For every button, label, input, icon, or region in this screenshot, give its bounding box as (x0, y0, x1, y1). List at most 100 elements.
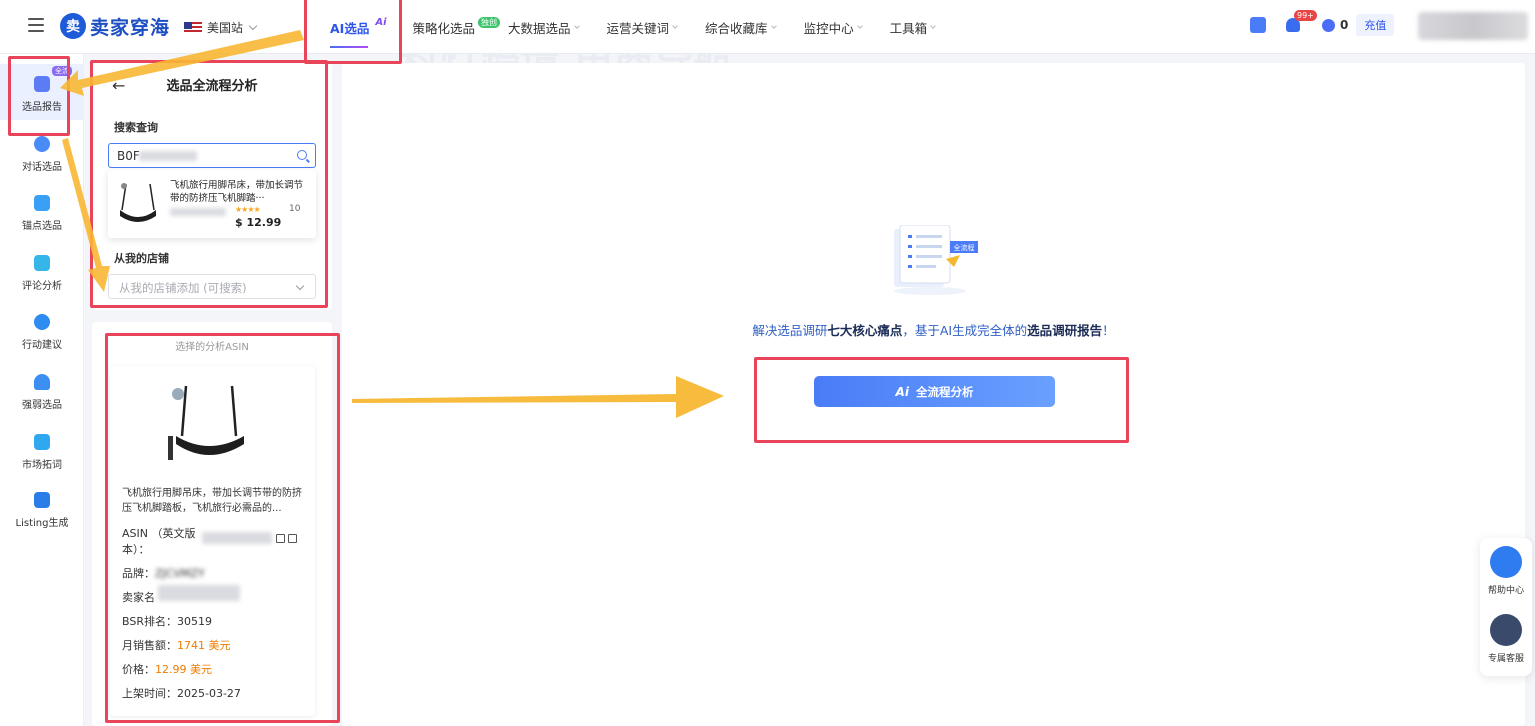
asin-search-input[interactable]: B0F (108, 143, 316, 168)
logo-mark: 卖 (60, 13, 86, 39)
customer-service-label: 专属客服 (1487, 654, 1524, 664)
rail-item-label: 行动建议 (22, 340, 62, 351)
review-icon (34, 255, 50, 271)
search-result-item[interactable]: 飞机旅行用脚吊床，带加长调节带的防挤压飞机脚踏··· ★★★★ 10 $ 12.… (108, 170, 316, 238)
hamburger-menu-icon[interactable] (28, 18, 44, 32)
bsr-row: BSR排名：30519 (122, 613, 212, 629)
price-label: 价格： (122, 663, 155, 676)
selected-asin-panel: 选择的分析ASIN 飞机旅行用脚吊床，带加长调节带的防挤压飞机脚踏板，飞机旅行必… (92, 322, 332, 726)
tab-label: 运营关键词 (606, 20, 670, 36)
ai-badge: Ai (375, 16, 387, 28)
new-badge: 独创 (478, 16, 501, 28)
user-account[interactable] (1418, 12, 1528, 40)
chat-bubble-icon (34, 136, 50, 152)
date-label: 上架时间： (122, 687, 177, 700)
tagline-part: ！ (1102, 323, 1115, 338)
product-title: 飞机旅行用脚吊床，带加长调节带的防挤压飞机脚踏板，飞机旅行必需品的... (122, 488, 302, 514)
book-icon (1490, 546, 1522, 578)
redacted-seller (158, 585, 240, 601)
asin-label: ASIN （英文版本）： (122, 527, 196, 556)
redacted-asin (202, 532, 272, 544)
chevron-down-icon (248, 21, 258, 30)
rail-item-report[interactable]: 全流 选品报告 (0, 64, 84, 120)
tab-label: 策略化选品 (412, 20, 476, 36)
rail-item-strength[interactable]: 强弱选品 (0, 374, 84, 424)
chevron-down-icon (930, 22, 936, 29)
tagline-part: ，基于AI生成完全体的 (902, 323, 1028, 338)
sales-row: 月销售额：1741 美元 (122, 637, 231, 653)
rating-stars: ★★★★ (235, 205, 261, 214)
analysis-config-panel: ← 选品全流程分析 搜索查询 B0F 飞机旅行用脚吊床，带加长调节带的防挤压飞机… (92, 63, 332, 310)
tab-monitor[interactable]: 监控中心 (776, 0, 863, 54)
bell-icon[interactable]: 99+ (1286, 10, 1317, 32)
rail-item-listing[interactable]: Listing生成 (0, 492, 84, 542)
rail-item-market[interactable]: 市场拓词 (0, 434, 84, 484)
top-navbar: 卖 卖家穿海 美国站 AI选品 Ai 策略化选品 独创 大数据选品 运营关键词 … (0, 0, 1535, 54)
asin-actions (276, 534, 300, 543)
document-illustration: 全流程 (894, 225, 978, 295)
selected-asin-header: 选择的分析ASIN (175, 342, 249, 353)
brand-value: ZJCVMZY (155, 567, 205, 580)
sales-value: 1741 美元 (177, 639, 231, 652)
keyword-icon (34, 434, 50, 450)
customer-service-button[interactable]: 专属客服 (1480, 614, 1532, 664)
notification-badge: 99+ (1294, 10, 1317, 21)
seller-row: 卖家名 (122, 589, 155, 605)
left-rail: 全流 选品报告 对话选品 锚点选品 评论分析 行动建议 强弱选品 市场拓词 Li… (0, 54, 84, 726)
rail-item-review[interactable]: 评论分析 (0, 255, 84, 305)
ai-report-icon (34, 76, 50, 92)
cta-label: 全流程分析 (915, 384, 974, 399)
rail-item-label: 评论分析 (22, 281, 62, 292)
listing-icon (34, 492, 50, 508)
edit-note-icon[interactable] (1250, 17, 1266, 33)
price-value: 12.99 美元 (155, 663, 212, 676)
result-price: $ 12.99 (235, 216, 282, 229)
logo[interactable]: 卖 卖家穿海 (60, 12, 170, 40)
tab-keywords[interactable]: 运营关键词 (579, 0, 678, 54)
floating-support: 帮助中心 专属客服 (1480, 538, 1532, 676)
site-selector[interactable]: 美国站 (184, 19, 258, 36)
external-link-icon[interactable] (288, 534, 297, 543)
tab-label: 综合收藏库 (705, 20, 768, 36)
tab-favorites[interactable]: 综合收藏库 (677, 0, 777, 54)
tab-ai-selection[interactable]: AI选品 Ai (316, 0, 401, 54)
store-select[interactable]: 从我的店铺添加 (可搜索) (108, 274, 316, 299)
rail-item-label: 市场拓词 (22, 460, 62, 471)
agent-avatar-icon (1490, 614, 1522, 646)
illustration-tag: 全流程 (954, 243, 975, 252)
rail-item-label: Listing生成 (15, 518, 69, 529)
coin-count: 0 (1340, 18, 1349, 32)
panel-title: 选品全流程分析 (166, 79, 258, 94)
sales-label: 月销售额： (122, 639, 177, 652)
rail-item-chat[interactable]: 对话选品 (0, 136, 84, 186)
result-title: 飞机旅行用脚吊床，带加长调节带的防挤压飞机脚踏··· (170, 180, 304, 204)
tab-strategy-selection[interactable]: 策略化选品 独创 (401, 0, 501, 54)
search-value: B0F (117, 149, 140, 163)
tab-big-data[interactable]: 大数据选品 (500, 0, 580, 54)
ai-icon: Ai (895, 384, 909, 399)
full-process-analysis-button[interactable]: Ai 全流程分析 (814, 376, 1055, 407)
rail-item-action[interactable]: 行动建议 (0, 314, 84, 364)
tab-label: 大数据选品 (508, 20, 571, 36)
us-flag-icon (184, 21, 202, 34)
rail-item-label: 锚点选品 (22, 221, 62, 232)
copy-icon[interactable] (276, 534, 285, 543)
product-image (168, 385, 244, 460)
search-icon[interactable] (297, 150, 307, 160)
help-center-label: 帮助中心 (1487, 586, 1524, 596)
product-card: 飞机旅行用脚吊床，带加长调节带的防挤压飞机脚踏板，飞机旅行必需品的... ASI… (110, 366, 315, 716)
store-section-label: 从我的店铺 (114, 252, 169, 265)
rail-item-label: 强弱选品 (22, 400, 62, 411)
help-center-button[interactable]: 帮助中心 (1480, 546, 1532, 596)
tab-label: 监控中心 (803, 20, 854, 36)
top-right-actions: 99+ 0 充值 (1250, 10, 1395, 36)
rail-item-anchor[interactable]: 锚点选品 (0, 195, 84, 245)
logo-text: 卖家穿海 (90, 16, 171, 39)
chevron-down-icon (295, 281, 305, 291)
user-icon (34, 374, 50, 390)
asin-row: ASIN （英文版本）： (122, 526, 202, 558)
bsr-value: 30519 (176, 615, 212, 628)
recharge-button[interactable]: 充值 (1356, 14, 1395, 36)
tab-toolbox[interactable]: 工具箱 (862, 0, 936, 54)
tagline-part: 解决选品调研 (752, 323, 828, 338)
